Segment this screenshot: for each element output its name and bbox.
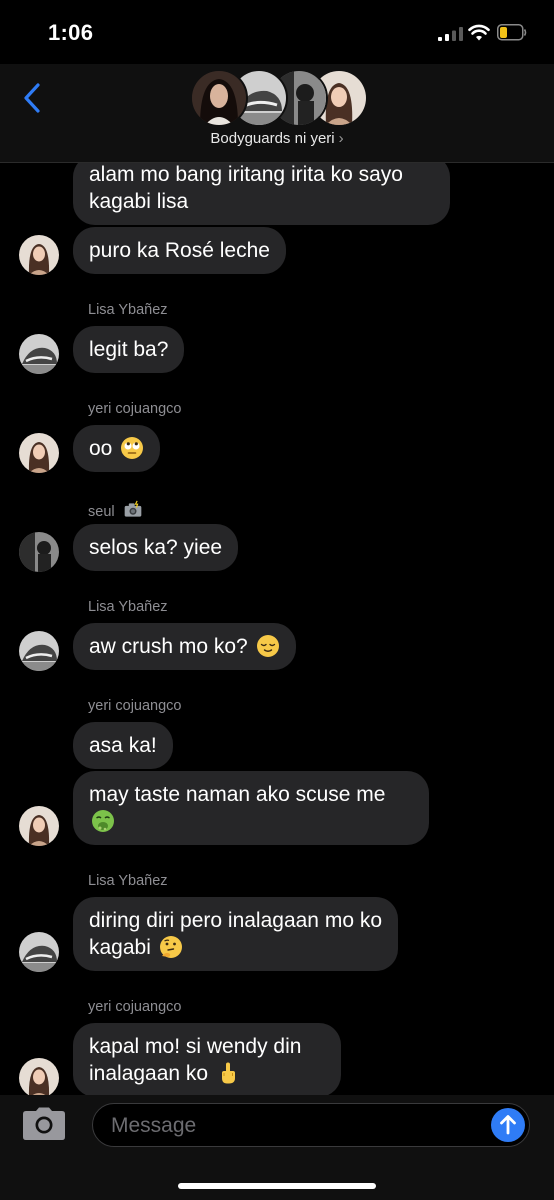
message-text: puro ka Rosé leche [89, 239, 270, 262]
message-text: aw crush mo ko? [89, 635, 248, 658]
message-bubble[interactable]: aw crush mo ko? [73, 623, 296, 670]
camera-icon [23, 1107, 65, 1140]
message-placeholder: Message [111, 1114, 197, 1137]
avatar-seul[interactable] [19, 532, 59, 572]
chevron-left-icon [24, 83, 40, 113]
message-text: asa ka! [89, 734, 157, 757]
message-input[interactable]: Message [92, 1103, 530, 1147]
avatar-yeri[interactable] [19, 806, 59, 846]
message-bubble[interactable]: legit ba? [73, 326, 185, 373]
sender-name-label: seul [88, 504, 115, 520]
avatar-yeri[interactable] [19, 1058, 59, 1095]
sender-name: Lisa Ybañez [88, 599, 168, 615]
message-text: legit ba? [89, 338, 169, 361]
avatar-lisa[interactable] [19, 631, 59, 671]
avatar-lisa[interactable] [19, 334, 59, 374]
chevron-right-icon: › [338, 130, 344, 147]
message-bubble[interactable]: diring diri pero inalagaan mo ko kagabi [73, 897, 398, 971]
group-name-label: Bodyguards ni yeri [210, 130, 335, 147]
sender-name: Lisa Ybañez [88, 302, 168, 318]
sender-name: Lisa Ybañez [88, 873, 168, 889]
relieved-face-emoji-icon [256, 635, 279, 657]
thinking-face-emoji-icon [159, 936, 182, 958]
avatar-yeri[interactable] [19, 235, 59, 275]
message-text: may taste naman ako scuse me [89, 783, 386, 806]
status-bar: 1:06 [0, 0, 554, 64]
avatar-yeri[interactable] [19, 433, 59, 473]
message-text: diring diri pero inalagaan mo ko kagabi [89, 909, 383, 959]
conversation-header: Bodyguards ni yeri › [0, 64, 554, 163]
home-indicator[interactable] [178, 1183, 376, 1189]
message-bubble[interactable]: puro ka Rosé leche [73, 227, 286, 274]
middle-finger-emoji-icon [221, 1062, 235, 1084]
camera-button[interactable] [22, 1107, 66, 1141]
vomiting-face-emoji-icon [92, 810, 114, 832]
message-bubble[interactable]: selos ka? yiee [73, 524, 239, 571]
message-text: oo [89, 437, 113, 460]
compose-bar: Message [0, 1095, 554, 1200]
message-bubble[interactable]: may taste naman ako scuse me [73, 771, 429, 845]
message-bubble[interactable]: alam mo bang iritang irita ko sayo kagab… [73, 163, 450, 225]
message-bubble[interactable]: kapal mo! si wendy din inalagaan ko [73, 1023, 341, 1095]
sender-name: seul [88, 500, 143, 520]
avatar-lisa[interactable] [19, 932, 59, 972]
group-avatar-cluster[interactable] [190, 69, 368, 127]
cellular-signal-icon [438, 27, 463, 41]
message-text: selos ka? yiee [89, 536, 223, 559]
sender-name: yeri cojuangco [88, 698, 182, 714]
arrow-up-icon [500, 1115, 516, 1135]
message-list[interactable]: alam mo bang iritang irita ko sayo kagab… [0, 163, 554, 1095]
back-button[interactable] [14, 74, 50, 114]
group-avatar [190, 69, 248, 127]
wifi-icon [468, 24, 490, 41]
camera-flash-icon [124, 500, 141, 517]
message-text: kapal mo! si wendy din inalagaan ko [89, 1035, 302, 1085]
sender-name: yeri cojuangco [88, 999, 182, 1015]
send-button[interactable] [491, 1108, 525, 1142]
sender-name: yeri cojuangco [88, 401, 182, 417]
eye-roll-emoji-icon [121, 437, 144, 459]
status-time: 1:06 [48, 20, 94, 45]
message-bubble[interactable]: oo [73, 425, 161, 472]
battery-icon [497, 24, 527, 41]
message-bubble[interactable]: asa ka! [73, 722, 173, 769]
message-text: alam mo bang iritang irita ko sayo kagab… [89, 163, 403, 213]
group-name[interactable]: Bodyguards ni yeri › [0, 130, 554, 147]
